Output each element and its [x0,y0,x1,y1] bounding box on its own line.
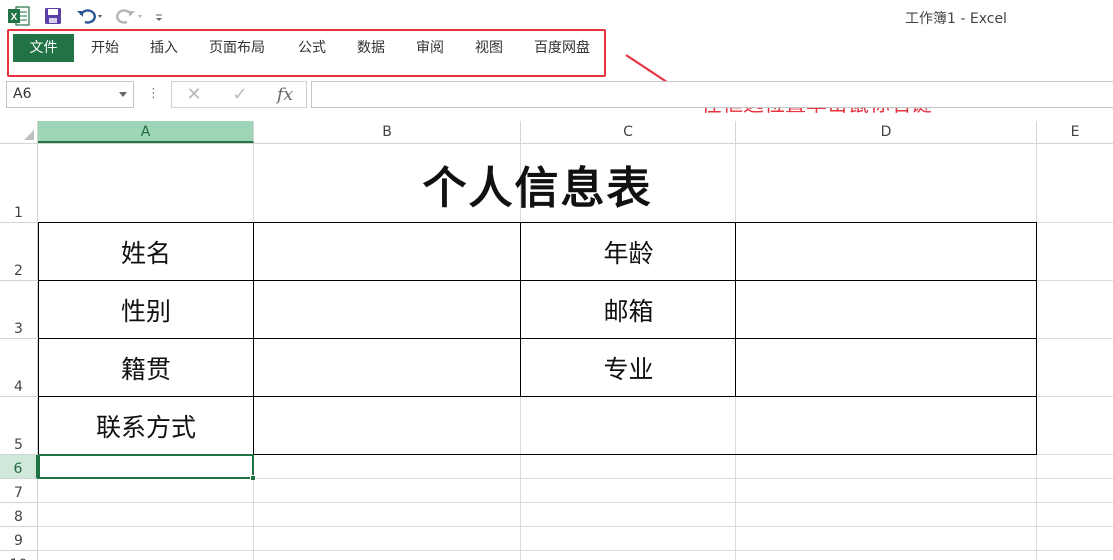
row-header-3[interactable]: 3 [0,281,38,339]
tab-home[interactable]: 开始 [91,34,119,62]
select-all-button[interactable] [0,121,38,143]
row-header-9[interactable]: 9 [0,527,38,551]
cell-a4[interactable]: 籍贯 [38,339,254,397]
tab-review[interactable]: 审阅 [416,34,444,62]
tab-file[interactable]: 文件 [13,34,74,62]
cell-b4[interactable] [254,339,521,397]
cell-d2[interactable] [736,223,1037,281]
cell-a5[interactable]: 联系方式 [38,397,254,455]
cell-b5-merged[interactable] [254,397,1037,455]
row-header-7[interactable]: 7 [0,479,38,503]
row-header-6[interactable]: 6 [0,455,38,479]
row-header-5[interactable]: 5 [0,397,38,455]
name-box[interactable]: A6 [6,81,134,108]
column-headers: A B C D E [0,121,1113,144]
column-header-e[interactable]: E [1037,121,1113,143]
redo-icon[interactable] [116,5,146,27]
quick-access-toolbar: X [8,5,164,27]
formula-input[interactable] [311,81,1113,108]
excel-logo-icon: X [8,5,30,27]
window-title: 工作簿1 - Excel [905,11,1007,27]
chevron-down-icon[interactable] [119,92,127,97]
title-bar: X 工作簿1 - Excel [0,0,1113,32]
formula-buttons: ✕ ✓ fx [171,81,307,108]
cell-d3[interactable] [736,281,1037,339]
cell-a2[interactable]: 姓名 [38,223,254,281]
insert-function-icon[interactable]: fx [265,82,305,107]
customize-qat-icon[interactable] [154,5,164,27]
tab-insert[interactable]: 插入 [150,34,178,62]
formula-bar-grip-icon[interactable]: ⋮ [147,86,160,101]
undo-icon[interactable] [76,5,106,27]
formula-bar: A6 ⋮ ✕ ✓ fx [0,77,1113,117]
save-icon[interactable] [44,5,62,27]
tab-page-layout[interactable]: 页面布局 [209,34,265,62]
tab-baidu-netdisk[interactable]: 百度网盘 [534,34,590,62]
sheet-title-cell[interactable]: 个人信息表 [38,144,1037,223]
row-header-8[interactable]: 8 [0,503,38,527]
active-cell-a6[interactable] [38,454,256,481]
cell-c4[interactable]: 专业 [521,339,736,397]
confirm-icon[interactable]: ✓ [220,82,260,107]
name-box-value: A6 [13,86,32,102]
row-header-1[interactable]: 1 [0,144,38,223]
column-header-b[interactable]: B [254,121,521,143]
cell-c2[interactable]: 年龄 [521,223,736,281]
tab-formulas[interactable]: 公式 [298,34,326,62]
row-header-2[interactable]: 2 [0,223,38,281]
cancel-icon[interactable]: ✕ [174,82,214,107]
cell-c3[interactable]: 邮箱 [521,281,736,339]
cell-d4[interactable] [736,339,1037,397]
tab-view[interactable]: 视图 [475,34,503,62]
column-header-c[interactable]: C [521,121,736,143]
svg-text:X: X [11,12,18,23]
column-header-a[interactable]: A [38,121,254,143]
cell-a3[interactable]: 性别 [38,281,254,339]
cell-b3[interactable] [254,281,521,339]
ribbon-tabs: 文件 开始 插入 页面布局 公式 数据 审阅 视图 百度网盘 [0,32,1113,76]
row-header-4[interactable]: 4 [0,339,38,397]
cell-b2[interactable] [254,223,521,281]
tab-data[interactable]: 数据 [357,34,385,62]
row-header-10[interactable]: 10 [0,551,38,560]
fill-handle[interactable] [250,475,256,481]
column-header-d[interactable]: D [736,121,1037,143]
